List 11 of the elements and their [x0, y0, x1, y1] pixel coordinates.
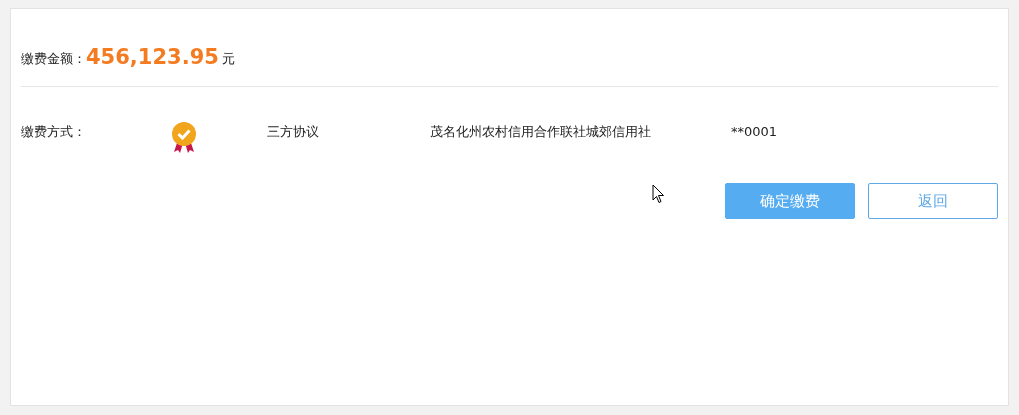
- amount-value: 456,123.95: [86, 47, 219, 68]
- method-type: 三方协议: [267, 123, 320, 142]
- confirm-button[interactable]: 确定缴费: [725, 183, 855, 219]
- method-label: 缴费方式：: [21, 123, 87, 142]
- account-number: **0001: [731, 123, 778, 142]
- amount-label: 缴费金额：: [21, 49, 86, 68]
- back-button[interactable]: 返回: [868, 183, 998, 219]
- currency-unit: 元: [222, 49, 236, 68]
- award-badge-icon: [171, 122, 197, 154]
- mouse-cursor-icon: [652, 184, 665, 204]
- bank-name: 茂名化州农村信用合作联社城郊信用社: [430, 123, 652, 142]
